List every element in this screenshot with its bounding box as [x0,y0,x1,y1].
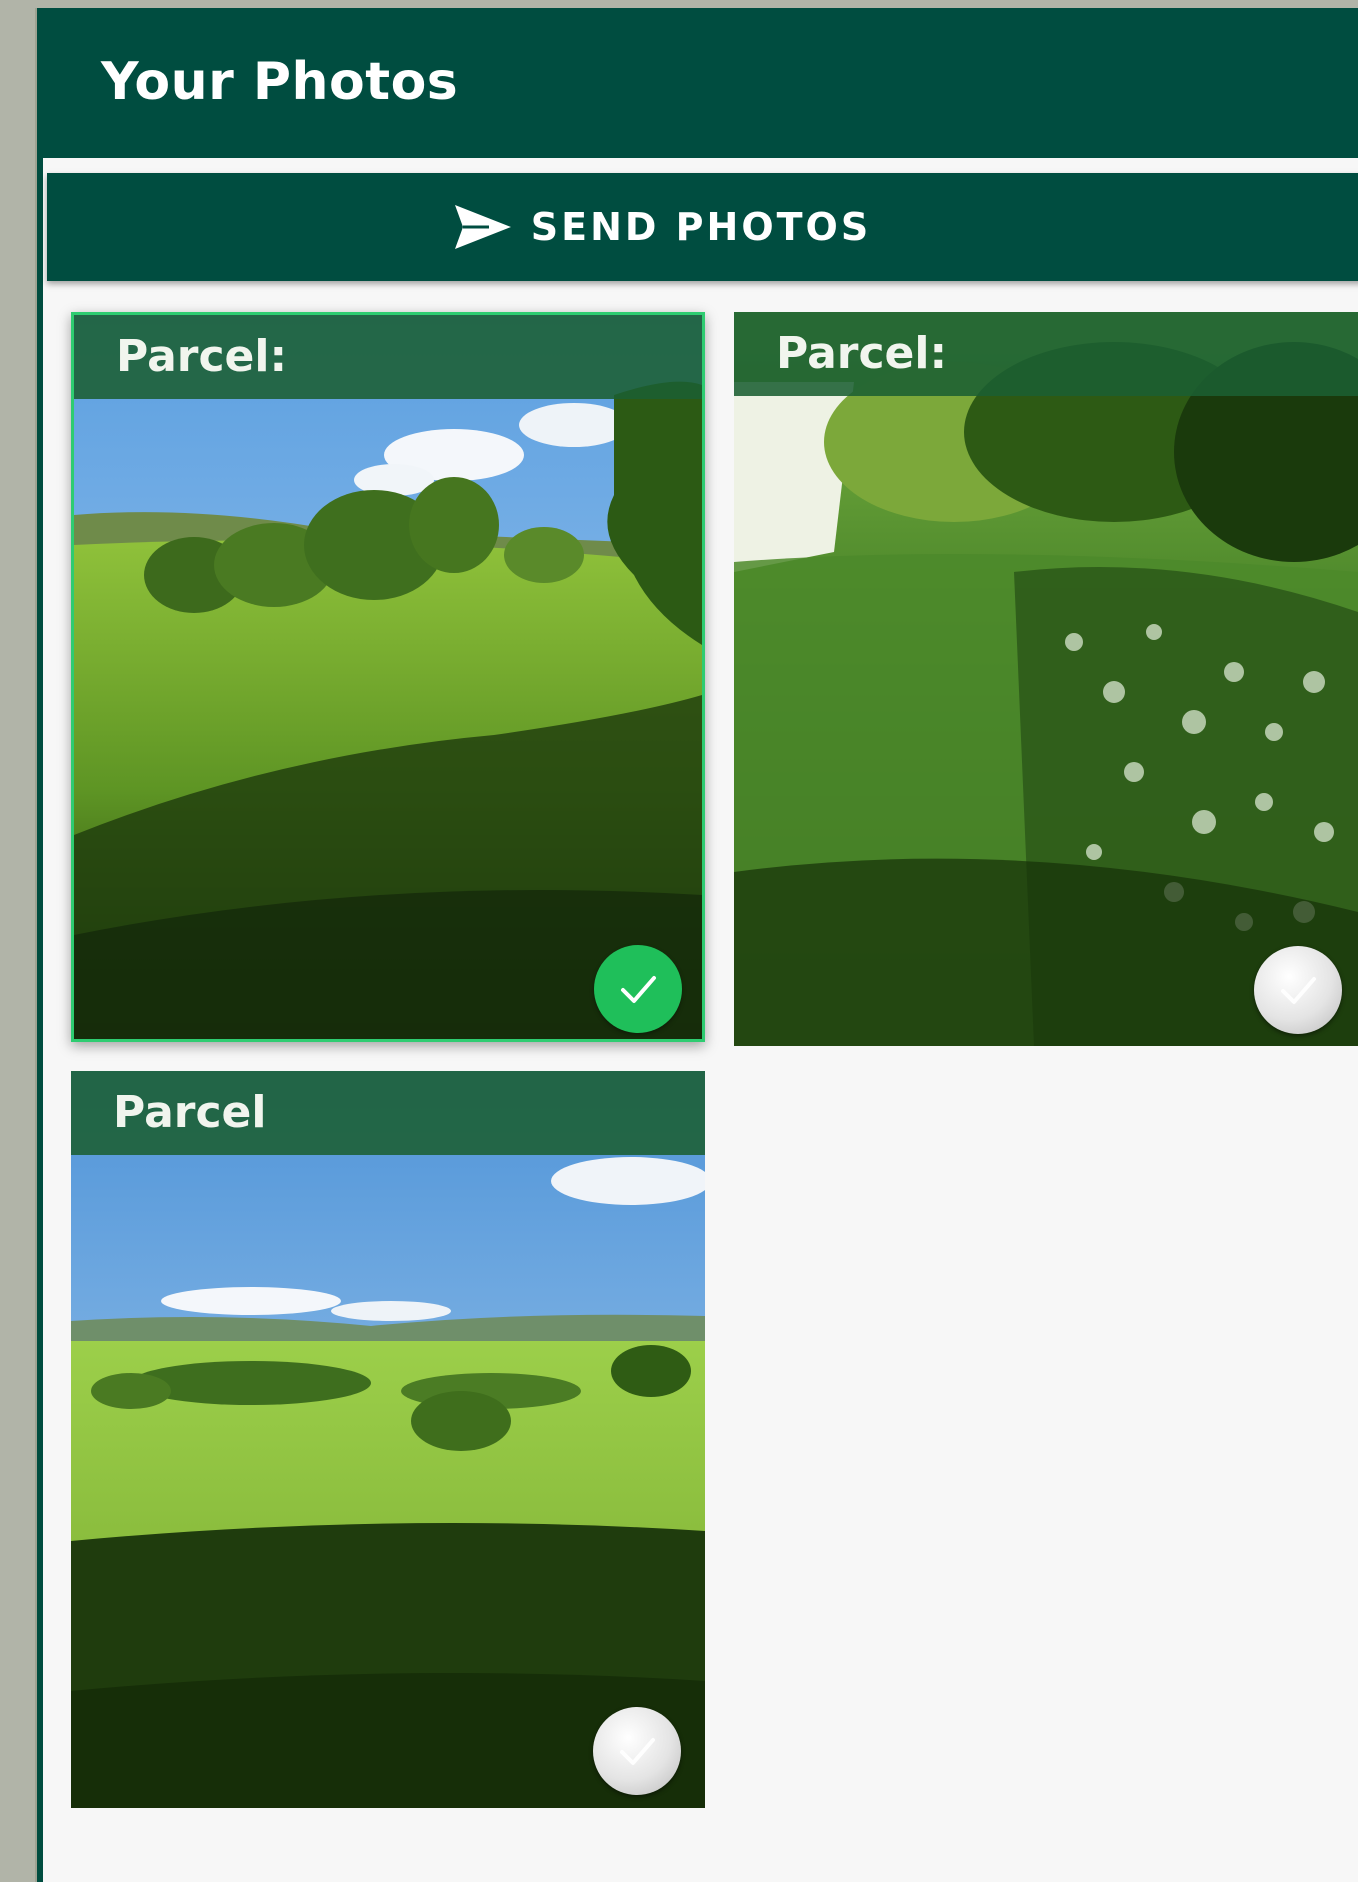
photo-image [71,1071,705,1808]
page-title: Your Photos [101,52,459,112]
photo-card-title: Parcel: [776,328,948,379]
app-window: Your Photos SEND PHOTOS Parcel: Parcel: … [37,8,1358,1882]
photo-card[interactable]: Parcel: [71,312,705,1042]
photo-select-checkbox[interactable] [593,1707,681,1795]
photo-card-title: Parcel: [116,331,288,382]
checkmark-icon [620,1738,655,1765]
checkmark-icon [621,976,656,1003]
send-photos-label: SEND PHOTOS [530,205,872,249]
window-edge [37,8,43,1882]
checkmark-icon [1281,977,1316,1004]
photo-card-header: Parcel: [74,315,702,399]
photo-card[interactable]: Parcel [71,1071,705,1808]
photo-image [734,312,1358,1046]
photo-card-title: Parcel [113,1087,267,1138]
photo-select-checkbox[interactable] [1254,946,1342,1034]
app-bar: Your Photos [37,8,1358,158]
photo-image [74,315,702,1039]
send-photos-content: SEND PHOTOS [453,203,871,251]
send-icon [454,205,511,249]
photo-select-checkbox[interactable] [594,945,682,1033]
photo-card[interactable]: Parcel: [734,312,1358,1046]
photo-card-header: Parcel: [734,312,1358,396]
photo-card-header: Parcel [71,1071,705,1155]
send-photos-button[interactable]: SEND PHOTOS [47,173,1358,281]
